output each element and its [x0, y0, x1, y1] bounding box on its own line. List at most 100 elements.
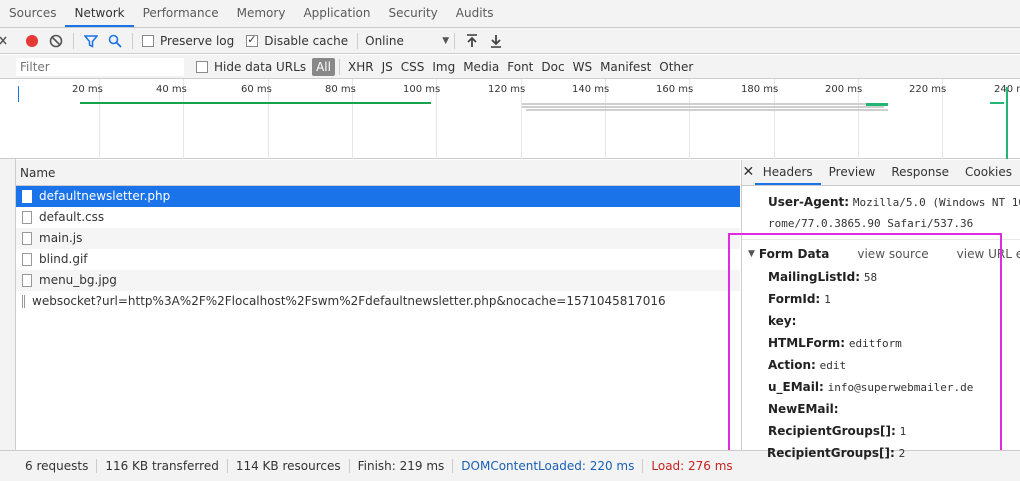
status-finish: Finish: 219 ms — [350, 459, 454, 473]
form-field: RecipientGroups[]: 2 — [767, 446, 905, 460]
name-column-header[interactable]: Name — [16, 160, 740, 186]
request-name: default.css — [39, 210, 105, 224]
checkbox-box[interactable] — [142, 34, 154, 47]
type-filter-js[interactable]: JS — [378, 58, 397, 76]
timeline-bar — [80, 102, 431, 104]
tab-performance[interactable]: Performance — [134, 0, 228, 27]
tab-cookies[interactable]: Cookies — [957, 160, 1020, 185]
type-filter-xhr[interactable]: XHR — [344, 58, 378, 76]
image-icon — [22, 274, 32, 287]
overview-timeline[interactable]: 20 ms 40 ms 60 ms 80 ms 100 ms 120 ms 14… — [0, 79, 1020, 159]
header-value: Mozilla/5.0 (Windows NT 10.0 — [852, 196, 1020, 209]
table-row[interactable]: menu_bg.jpg — [16, 270, 740, 291]
request-name: websocket?url=http%3A%2F%2Flocalhost%2Fs… — [32, 294, 666, 308]
type-filter-ws[interactable]: WS — [569, 58, 596, 76]
type-filter-all[interactable]: All — [312, 57, 335, 76]
table-row[interactable]: default.css — [16, 207, 740, 228]
header-value-continued: rome/77.0.3865.90 Safari/537.36 — [768, 217, 974, 230]
filter-icon[interactable] — [79, 30, 103, 52]
toolbar-divider — [357, 32, 359, 49]
timeline-bar — [522, 106, 884, 108]
tab-network[interactable]: Network — [65, 0, 134, 27]
hide-data-urls-checkbox[interactable]: Hide data URLs — [196, 60, 306, 74]
document-icon — [22, 190, 32, 203]
request-name: menu_bg.jpg — [39, 273, 117, 287]
table-row[interactable]: blind.gif — [16, 249, 740, 270]
throttling-value: Online — [365, 33, 404, 48]
toolbar-divider — [73, 32, 74, 49]
table-row[interactable]: main.js — [16, 228, 740, 249]
clear-button[interactable] — [44, 30, 68, 52]
header-user-agent: User-Agent: Mozilla/5.0 (Windows NT 10.0 — [768, 195, 1020, 209]
status-transferred: 116 KB transferred — [97, 459, 228, 473]
tab-sources[interactable]: Sources — [0, 0, 65, 27]
import-har-icon[interactable] — [460, 30, 484, 52]
tab-application[interactable]: Application — [294, 0, 379, 27]
request-name: blind.gif — [39, 252, 88, 266]
timeline-bar — [866, 103, 888, 106]
timeline-bar — [990, 102, 1004, 104]
timeline-marker — [18, 86, 19, 102]
tab-headers[interactable]: Headers — [754, 160, 821, 185]
form-field-key: RecipientGroups[]: — [767, 446, 895, 460]
timeline-tick-label: 200 ms — [825, 84, 863, 95]
search-icon[interactable] — [103, 30, 127, 52]
filter-bar: Hide data URLs All XHR JS CSS Img Media … — [0, 55, 1020, 79]
type-filter-manifest[interactable]: Manifest — [596, 58, 655, 76]
disable-cache-label: Disable cache — [264, 33, 349, 48]
table-row[interactable]: websocket?url=http%3A%2F%2Flocalhost%2Fs… — [16, 291, 740, 312]
status-resources: 114 KB resources — [228, 459, 350, 473]
timeline-tick-label: 140 ms — [572, 84, 610, 95]
preserve-log-label: Preserve log — [160, 33, 235, 48]
timeline-tick-label: 60 ms — [241, 84, 272, 95]
form-field-value: 2 — [898, 447, 906, 460]
resource-type-filters: All XHR JS CSS Img Media Font Doc WS Man… — [312, 57, 697, 76]
close-icon[interactable]: ✕ — [742, 160, 755, 185]
document-icon — [22, 253, 32, 266]
toolbar-divider — [132, 32, 133, 49]
tab-security[interactable]: Security — [380, 0, 447, 27]
document-icon — [22, 211, 32, 224]
record-button[interactable] — [20, 30, 44, 52]
highlight-box — [728, 233, 1002, 465]
disable-cache-checkbox[interactable]: Disable cache — [246, 33, 349, 48]
chevron-down-icon: ▼ — [442, 35, 450, 46]
filter-input[interactable] — [16, 57, 184, 76]
type-filter-css[interactable]: CSS — [397, 58, 429, 76]
hide-data-urls-label: Hide data URLs — [214, 59, 307, 74]
timeline-tick-label: 220 ms — [909, 84, 947, 95]
timeline-tick-label: 100 ms — [403, 84, 441, 95]
checkbox-box[interactable] — [246, 33, 259, 47]
timeline-tick-label: 20 ms — [72, 84, 103, 95]
type-filter-media[interactable]: Media — [459, 58, 503, 76]
export-har-icon[interactable] — [484, 30, 508, 52]
status-dom-content-loaded: DOMContentLoaded: 220 ms — [453, 459, 644, 473]
request-name: main.js — [39, 231, 83, 245]
timeline-marker — [1006, 87, 1008, 159]
toolbar-divider — [454, 32, 456, 49]
table-row[interactable]: defaultnewsletter.php — [16, 186, 740, 207]
status-load: Load: 276 ms — [651, 459, 733, 473]
timeline-tick-label: 180 ms — [741, 84, 779, 95]
preserve-log-checkbox[interactable]: Preserve log — [142, 34, 234, 48]
dock-icon[interactable] — [0, 30, 8, 52]
details-tabbar: ✕ Headers Preview Response Cookies — [742, 160, 1020, 186]
checkbox-box[interactable] — [196, 60, 208, 73]
type-filter-other[interactable]: Other — [655, 58, 697, 76]
throttling-select[interactable]: Online ▼ — [365, 34, 449, 48]
status-requests: 6 requests — [25, 459, 98, 473]
type-filter-doc[interactable]: Doc — [537, 58, 568, 76]
request-name: defaultnewsletter.php — [39, 189, 171, 203]
timeline-bar — [522, 103, 880, 105]
tab-preview[interactable]: Preview — [821, 160, 884, 185]
type-filter-font[interactable]: Font — [503, 58, 537, 76]
timeline-tick-label: 120 ms — [488, 84, 526, 95]
tab-audits[interactable]: Audits — [447, 0, 503, 27]
timeline-tick-label: 40 ms — [156, 84, 187, 95]
request-list: Name defaultnewsletter.php default.css m… — [16, 160, 740, 450]
tab-memory[interactable]: Memory — [228, 0, 295, 27]
tab-response[interactable]: Response — [883, 160, 957, 185]
type-filter-img[interactable]: Img — [428, 58, 459, 76]
header-key: User-Agent: — [768, 195, 850, 209]
timeline-tick-label: 160 ms — [656, 84, 694, 95]
